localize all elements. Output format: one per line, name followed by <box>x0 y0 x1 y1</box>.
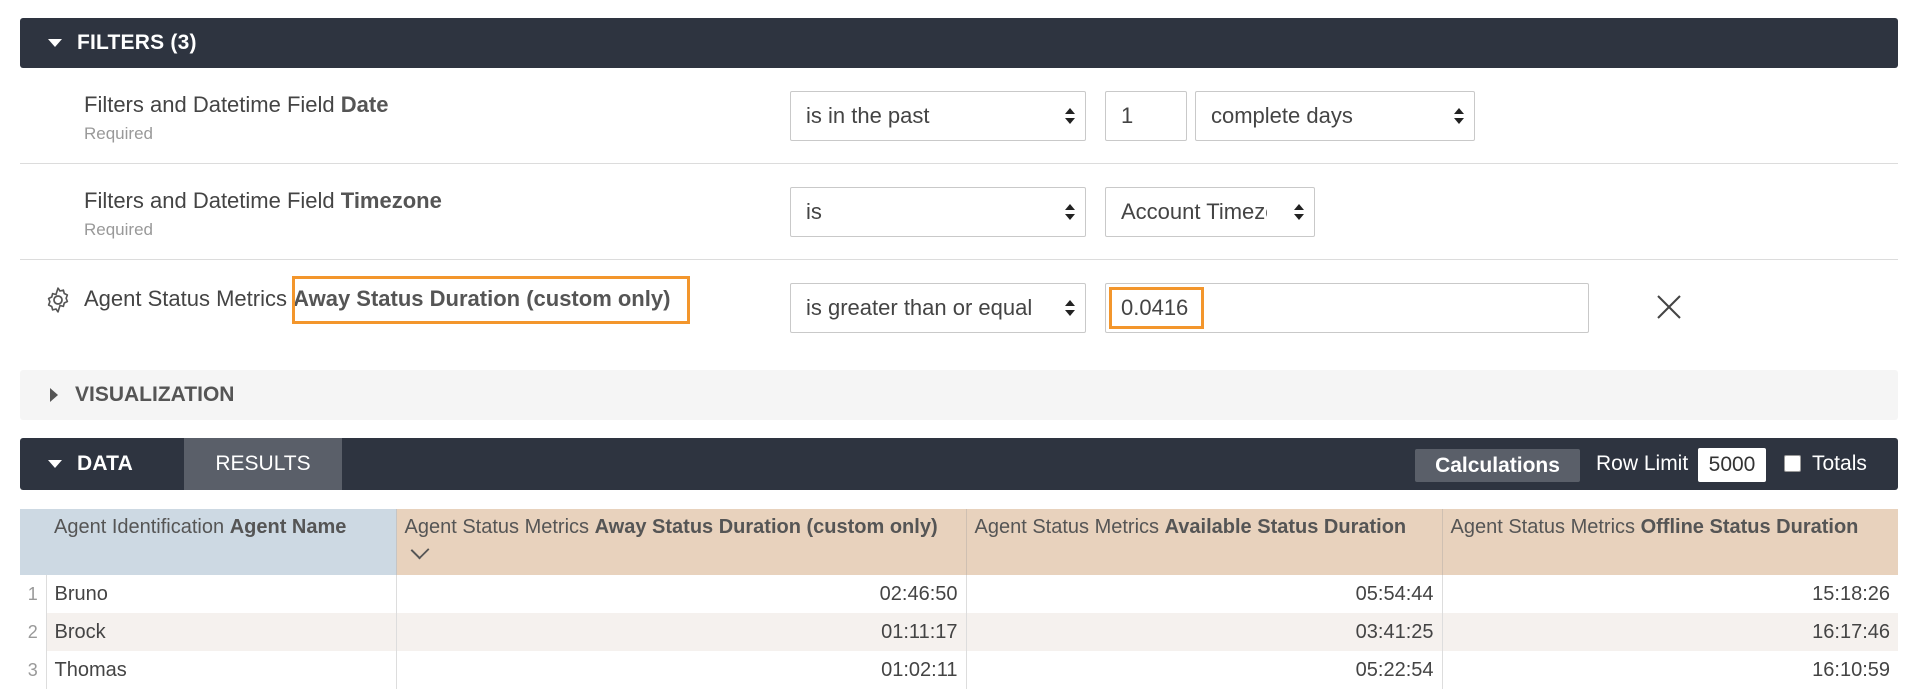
table-cell: 05:54:44 <box>966 575 1443 613</box>
value-input[interactable]: 1 <box>1105 91 1187 141</box>
select-arrows-icon <box>1065 204 1075 220</box>
table-cell: 01:11:17 <box>396 613 967 651</box>
select-arrows-icon <box>1294 204 1304 220</box>
table-cell: Bruno <box>46 575 397 613</box>
sort-descending-icon <box>410 540 429 560</box>
highlight-box <box>292 276 690 324</box>
row-limit-input[interactable]: 5000 <box>1698 448 1766 482</box>
row-index: 2 <box>20 613 47 651</box>
results-tab[interactable]: RESULTS <box>184 438 342 490</box>
filters-section-header[interactable]: FILTERS (3) <box>20 18 1898 68</box>
table-cell: 16:10:59 <box>1812 658 1890 681</box>
table-row: 3 Thomas 01:02:11 05:22:54 16:10:59 <box>20 651 1898 689</box>
totals-checkbox[interactable] <box>1784 455 1801 472</box>
table-cell: Thomas <box>46 651 397 689</box>
table-cell: 16:17:46 <box>1442 613 1898 651</box>
table-cell: 02:46:50 <box>396 575 967 613</box>
row-index-header <box>20 509 46 575</box>
filter-label: Filters and Datetime Field Date <box>84 92 389 117</box>
row-index: 3 <box>20 651 47 689</box>
visualization-title: VISUALIZATION <box>75 383 235 406</box>
gear-icon[interactable] <box>43 285 73 315</box>
row-limit-label: Row Limit <box>1596 452 1689 475</box>
timezone-select[interactable]: Account Timezone <box>1105 187 1315 237</box>
filter-label: Filters and Datetime Field Timezone <box>84 188 442 213</box>
totals-label: Totals <box>1812 452 1867 475</box>
select-arrows-icon <box>1065 300 1075 316</box>
highlight-box <box>1109 287 1204 329</box>
operator-select[interactable]: is greater than or equal <box>790 283 1086 333</box>
table-cell: 05:22:54 <box>966 651 1443 689</box>
filter-row-date: Filters and Datetime Field Date Required… <box>20 68 1898 164</box>
column-header-away-duration[interactable]: Agent Status Metrics Away Status Duratio… <box>396 509 967 575</box>
column-header-agent-name[interactable]: Agent Identification Agent Name <box>46 509 397 575</box>
table-cell: 15:18:26 <box>1812 582 1890 605</box>
row-index: 1 <box>20 575 47 613</box>
caret-right-icon <box>50 388 58 402</box>
filters-title: FILTERS (3) <box>77 31 197 54</box>
table-cell: Brock <box>46 613 397 651</box>
visualization-section-header[interactable]: VISUALIZATION <box>20 370 1898 420</box>
close-icon[interactable] <box>1656 294 1682 320</box>
filter-row-timezone: Filters and Datetime Field Timezone Requ… <box>20 164 1898 260</box>
select-arrows-icon <box>1065 108 1075 124</box>
required-note: Required <box>84 220 153 239</box>
column-header-available-duration[interactable]: Agent Status Metrics Available Status Du… <box>966 509 1443 575</box>
table-cell: 03:41:25 <box>966 613 1443 651</box>
caret-down-icon <box>48 460 62 468</box>
required-note: Required <box>84 124 153 143</box>
calculations-button[interactable]: Calculations <box>1415 449 1580 482</box>
select-arrows-icon <box>1454 108 1464 124</box>
data-tab[interactable]: DATA <box>48 438 133 490</box>
caret-down-icon <box>48 39 62 47</box>
data-section-header: DATA RESULTS Calculations Row Limit 5000… <box>20 438 1898 490</box>
table-row: 2 Brock 01:11:17 03:41:25 16:17:46 <box>20 613 1898 651</box>
table-row: 1 Bruno 02:46:50 05:54:44 15:18:26 <box>20 575 1898 613</box>
unit-select[interactable]: complete days <box>1195 91 1475 141</box>
operator-select[interactable]: is in the past <box>790 91 1086 141</box>
operator-select[interactable]: is <box>790 187 1086 237</box>
filter-row-away-duration: Agent Status Metrics Away Status Duratio… <box>20 260 1898 356</box>
column-header-offline-duration[interactable]: Agent Status Metrics Offline Status Dura… <box>1442 509 1898 575</box>
results-table: Agent Identification Agent Name Agent St… <box>20 509 1898 689</box>
table-cell: 01:02:11 <box>396 651 967 689</box>
